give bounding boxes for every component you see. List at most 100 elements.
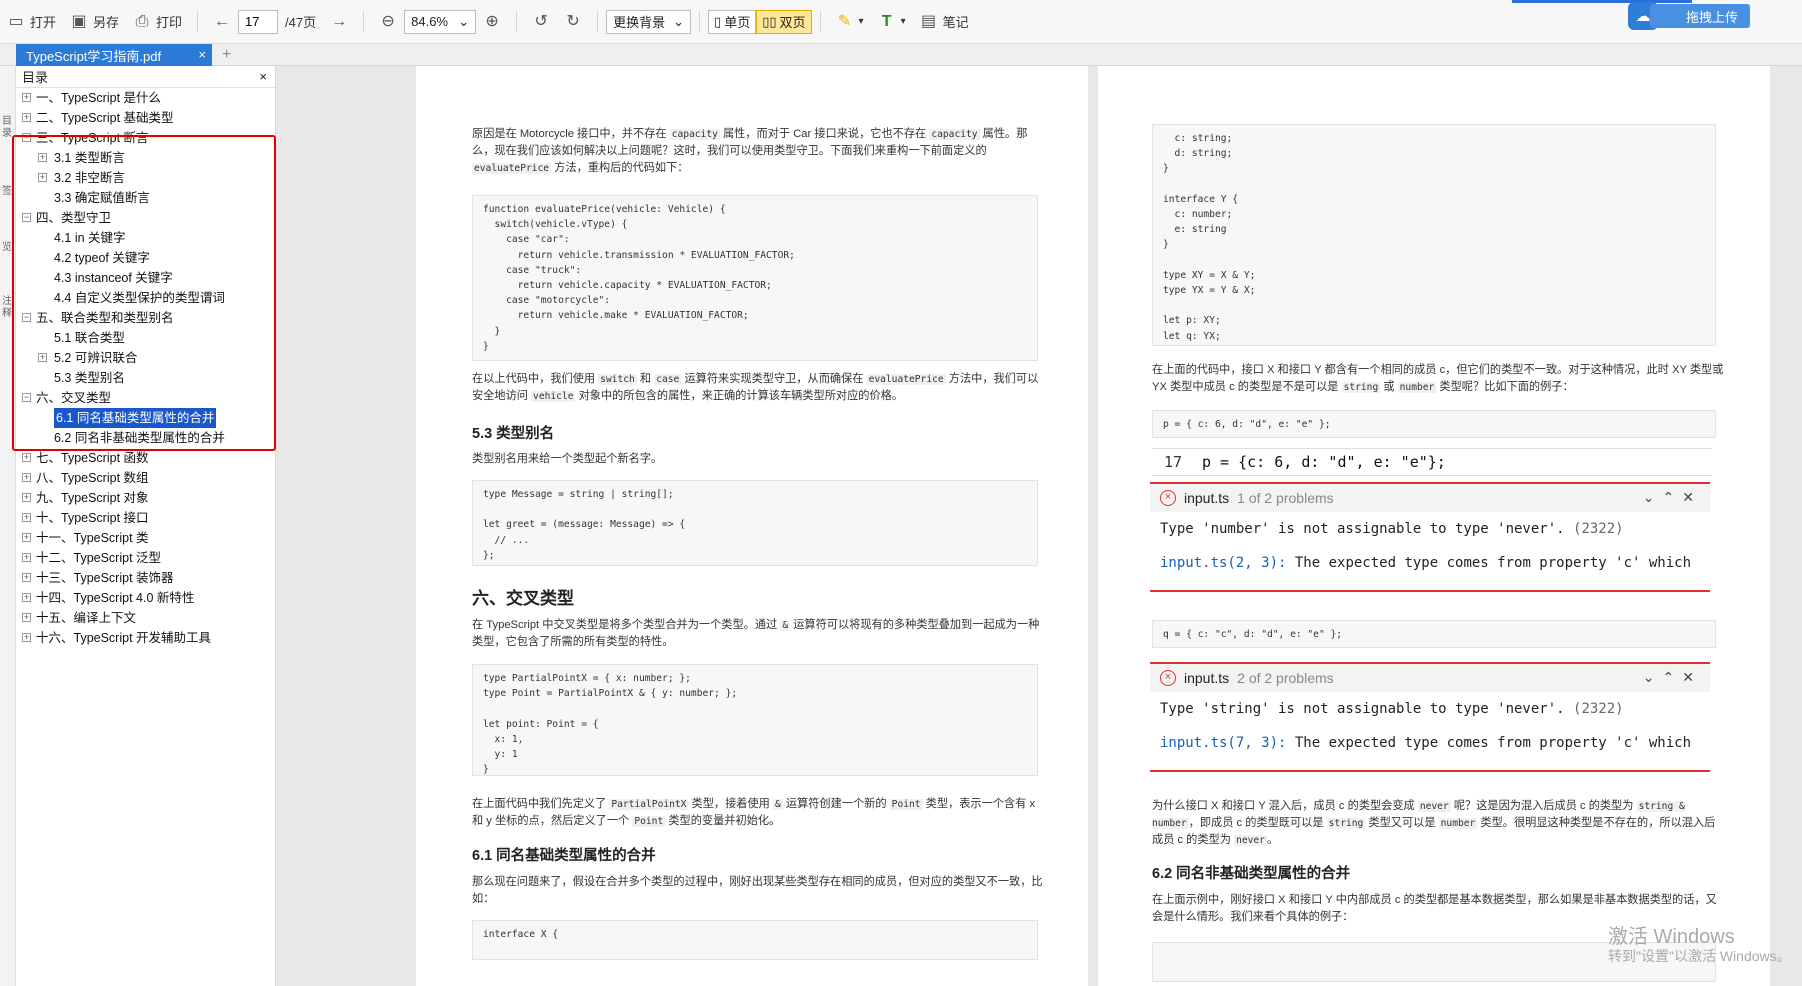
toc-item-label: 十二、TypeScript 泛型: [36, 551, 162, 565]
error-peek-panel: × input.ts 2 of 2 problems ⌄⌃✕ Type 'str…: [1150, 662, 1710, 772]
highlight-button[interactable]: ✎ ▾: [829, 7, 871, 37]
error-source-link[interactable]: input.ts(2, 3):: [1160, 555, 1286, 571]
toc-item-label: 十一、TypeScript 类: [36, 531, 149, 545]
toc-item[interactable]: − 四、类型守卫: [16, 208, 275, 228]
close-icon[interactable]: ×: [198, 47, 206, 62]
toc-item[interactable]: + 七、TypeScript 函数: [16, 448, 275, 468]
expand-icon[interactable]: +: [22, 613, 31, 622]
rail-label[interactable]: 览: [2, 238, 12, 253]
expand-icon[interactable]: +: [22, 113, 31, 122]
zoom-in-button[interactable]: ⊕: [476, 7, 508, 37]
toc-item[interactable]: 4.2 typeof 关键字: [16, 248, 275, 268]
error-icon: ×: [1160, 490, 1176, 506]
toc-item[interactable]: − 六、交叉类型: [16, 388, 275, 408]
toc-title: 目录: [22, 70, 49, 85]
toc-item[interactable]: + 十二、TypeScript 泛型: [16, 548, 275, 568]
expand-icon[interactable]: +: [22, 473, 31, 482]
toc-item[interactable]: + 十四、TypeScript 4.0 新特性: [16, 588, 275, 608]
toc-item[interactable]: 6.1 同名基础类型属性的合并: [16, 408, 275, 428]
expand-icon[interactable]: +: [22, 493, 31, 502]
rail-label[interactable]: 释: [2, 304, 12, 319]
toc-item[interactable]: +3.1 类型断言: [16, 148, 275, 168]
toc-item[interactable]: + 十三、TypeScript 装饰器: [16, 568, 275, 588]
toc-item-label: 九、TypeScript 对象: [36, 491, 149, 505]
toc-item[interactable]: − 三、TypeScript 断言: [16, 128, 275, 148]
toc-item[interactable]: − 五、联合类型和类型别名: [16, 308, 275, 328]
toc-item[interactable]: + 一、TypeScript 是什么: [16, 88, 275, 108]
error-message: Type 'string' is not assignable to type …: [1160, 701, 1624, 717]
toc-item-label: 七、TypeScript 函数: [36, 451, 149, 465]
toc-item[interactable]: +3.2 非空断言: [16, 168, 275, 188]
toc-item[interactable]: + 十六、TypeScript 开发辅助工具: [16, 628, 275, 648]
zoom-out-button[interactable]: ⊖: [372, 7, 404, 37]
toc-item-label: 4.1 in 关键字: [54, 231, 126, 245]
collapse-icon[interactable]: −: [22, 133, 31, 142]
expand-icon[interactable]: +: [22, 533, 31, 542]
open-button[interactable]: ▭ 打开: [0, 7, 63, 37]
toc-item[interactable]: + 十一、TypeScript 类: [16, 528, 275, 548]
rotate-right-button[interactable]: ↻: [557, 7, 589, 37]
expand-icon[interactable]: +: [38, 153, 47, 162]
double-page-button[interactable]: ▯▯ 双页: [756, 9, 812, 34]
toc-item[interactable]: 5.3 类型别名: [16, 368, 275, 388]
zoom-select[interactable]: 84.6% ⌄: [404, 9, 477, 34]
expand-icon[interactable]: +: [22, 633, 31, 642]
prev-page-button[interactable]: ←: [206, 7, 238, 37]
expand-icon[interactable]: +: [22, 513, 31, 522]
expand-icon[interactable]: +: [22, 93, 31, 102]
page-number-input[interactable]: [238, 9, 279, 34]
next-page-button[interactable]: →: [323, 7, 355, 37]
collapse-icon[interactable]: −: [22, 213, 31, 222]
divider: [699, 10, 701, 33]
collapse-icon[interactable]: −: [22, 313, 31, 322]
add-tab-button[interactable]: +: [222, 46, 231, 64]
toc-item[interactable]: +5.2 可辨识联合: [16, 348, 275, 368]
upload-button[interactable]: 拖拽上传: [1649, 4, 1750, 28]
pdf-page-right: c: string; d: string; } interface Y { c:…: [1098, 66, 1770, 986]
expand-icon[interactable]: +: [38, 173, 47, 182]
text-color-button[interactable]: T ▾: [871, 7, 913, 37]
rotate-left-button[interactable]: ↺: [525, 7, 557, 37]
toc-item[interactable]: + 十、TypeScript 接口: [16, 508, 275, 528]
note-button[interactable]: ▤ 笔记: [913, 7, 976, 37]
error-peek-controls[interactable]: ⌄⌃✕: [1643, 489, 1702, 506]
expand-icon[interactable]: +: [38, 353, 47, 362]
toc-item[interactable]: 4.1 in 关键字: [16, 228, 275, 248]
folder-icon: ▭: [8, 12, 24, 30]
toc-item[interactable]: 6.2 同名非基础类型属性的合并: [16, 428, 275, 448]
section-heading: 5.3 类型别名: [472, 426, 555, 442]
error-file: input.ts: [1184, 670, 1230, 686]
expand-icon[interactable]: +: [22, 553, 31, 562]
highlighter-icon: ✎: [837, 12, 852, 30]
expand-icon[interactable]: +: [22, 593, 31, 602]
collapse-icon[interactable]: −: [22, 393, 31, 402]
close-icon[interactable]: ×: [259, 69, 267, 84]
error-source-link[interactable]: input.ts(7, 3):: [1160, 735, 1286, 751]
toc-item[interactable]: + 二、TypeScript 基础类型: [16, 108, 275, 128]
toc-panel: 目录 × + 一、TypeScript 是什么 + 二、TypeScript 基础类型…: [16, 66, 276, 986]
background-select[interactable]: 更换背景 ⌄: [606, 9, 692, 34]
expand-icon[interactable]: +: [22, 453, 31, 462]
toc-item[interactable]: 3.3 确定赋值断言: [16, 188, 275, 208]
toc-item[interactable]: + 九、TypeScript 对象: [16, 488, 275, 508]
toc-item-label: 十、TypeScript 接口: [36, 511, 149, 525]
toc-item[interactable]: 4.3 instanceof 关键字: [16, 268, 275, 288]
toc-item-label: 4.3 instanceof 关键字: [54, 271, 173, 285]
tab-document[interactable]: TypeScript学习指南.pdf ×: [16, 44, 212, 66]
toc-item-label: 5.1 联合类型: [54, 331, 125, 345]
toc-item-label: 4.2 typeof 关键字: [54, 251, 150, 265]
divider: [597, 10, 599, 33]
error-peek-controls[interactable]: ⌄⌃✕: [1643, 669, 1702, 686]
expand-icon[interactable]: +: [22, 573, 31, 582]
single-page-button[interactable]: ▯ 单页: [708, 9, 757, 34]
rail-label[interactable]: 签: [2, 182, 12, 197]
toc-item[interactable]: 4.4 自定义类型保护的类型谓词: [16, 288, 275, 308]
print-button[interactable]: ⎙ 打印: [126, 7, 189, 37]
rail-label[interactable]: 录: [2, 124, 12, 139]
toc-item[interactable]: 5.1 联合类型: [16, 328, 275, 348]
toc-item[interactable]: + 十五、编译上下文: [16, 608, 275, 628]
save-as-button[interactable]: ▣ 另存: [63, 7, 126, 37]
arrow-left-icon: ←: [214, 12, 231, 30]
toc-item[interactable]: + 八、TypeScript 数组: [16, 468, 275, 488]
error-related: input.ts(2, 3): The expected type comes …: [1160, 555, 1692, 571]
